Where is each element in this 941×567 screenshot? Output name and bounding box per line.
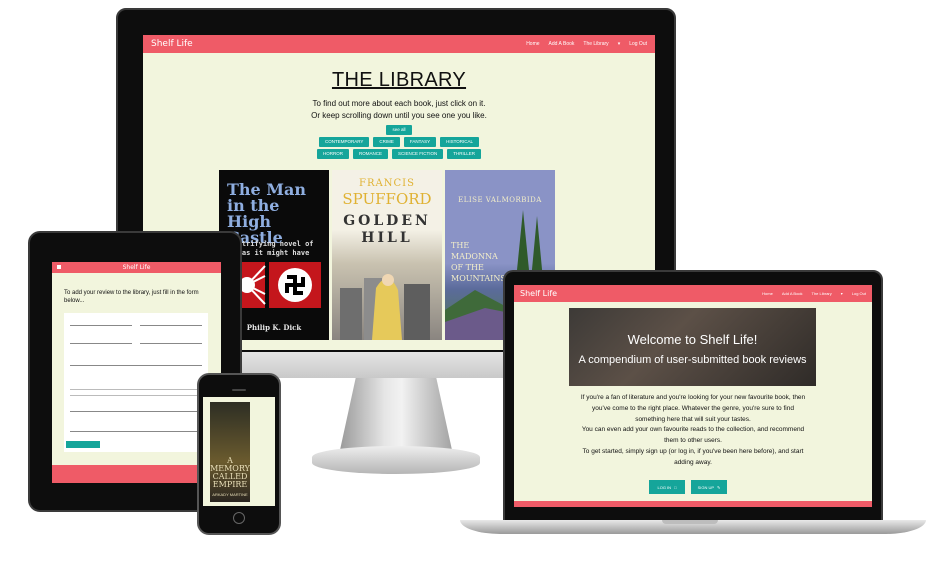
login-button[interactable]: LOG IN □ <box>649 480 685 494</box>
nav-add-book[interactable]: Add A Book <box>549 41 575 47</box>
brand-logo[interactable]: Shelf Life <box>123 264 151 271</box>
nav-home[interactable]: Home <box>762 291 773 296</box>
add-book-form <box>64 313 208 452</box>
form-field-author[interactable] <box>140 325 202 326</box>
navbar: Shelf Life <box>52 262 221 273</box>
page-title: THE LIBRARY <box>331 69 467 91</box>
form-field-synopsis-line <box>70 395 202 396</box>
filter-contemporary-button[interactable]: CONTEMPORARY <box>318 137 370 147</box>
book-cover-title: GOLDEN HILL <box>343 213 431 246</box>
book-card-memory-called-empire[interactable]: A MEMORY CALLED EMPIRE ARKADY MARTINE <box>210 402 250 502</box>
book-cover-author: ARKADY MARTINE <box>212 492 248 497</box>
book-cover-title: A MEMORY CALLED EMPIRE <box>210 456 250 489</box>
page-subtitle: To find out more about each book, just c… <box>143 98 655 122</box>
filter-historical-button[interactable]: HISTORICAL <box>440 137 480 147</box>
footer <box>52 465 221 483</box>
signup-button[interactable]: SIGN UP ✎ <box>691 480 727 494</box>
book-cover-author: ELISE VALMORBIDA <box>458 196 542 204</box>
intro-line: You can even add your own favourite read… <box>581 426 805 434</box>
book-cover-title: The Man in the High Castle <box>227 180 306 247</box>
tablet-screen: Shelf Life To add your review to the lib… <box>52 262 221 483</box>
book-cover-art <box>340 274 430 340</box>
form-heading: To add your review to the library, just … <box>64 290 199 304</box>
genre-select[interactable] <box>70 365 202 366</box>
subtitle-line: Or keep scrolling down until you see one… <box>311 111 487 120</box>
filter-romance-button[interactable]: ROMANCE <box>352 149 388 159</box>
form-field-title[interactable] <box>70 325 132 326</box>
login-button-label: LOG IN <box>657 484 672 490</box>
laptop-notch <box>662 520 718 524</box>
subtitle-line: To find out more about each book, just c… <box>312 99 486 108</box>
phone-screen: A MEMORY CALLED EMPIRE ARKADY MARTINE <box>203 397 275 506</box>
filter-row-all: see all <box>143 125 655 135</box>
chevron-down-icon[interactable]: ▾ <box>841 291 843 296</box>
nav-links: Home Add A Book The Library ▾ Log Out <box>762 291 866 296</box>
nav-library[interactable]: The Library <box>812 291 832 296</box>
hamburger-menu-icon[interactable] <box>57 265 61 269</box>
book-cover-art <box>241 262 321 308</box>
book-cover-author-last: SPUFFORD <box>342 190 432 208</box>
form-field-rating[interactable] <box>140 343 202 344</box>
intro-line: them to other users. <box>664 437 722 445</box>
nav-library[interactable]: The Library <box>583 41 608 47</box>
nav-home[interactable]: Home <box>526 41 539 47</box>
phone-home-button <box>233 512 245 524</box>
form-field-synopsis[interactable] <box>70 389 202 390</box>
nav-logout[interactable]: Log Out <box>852 291 866 296</box>
nav-links: Home Add A Book The Library ▾ Log Out <box>526 41 647 47</box>
intro-line: To get started, simply sign up (or log i… <box>582 447 804 455</box>
filter-row-1: CONTEMPORARY CRIME FANTASY HISTORICAL <box>143 137 655 147</box>
book-cover-author-first: FRANCIS <box>359 178 415 189</box>
footer <box>514 501 872 507</box>
form-field-year[interactable] <box>70 343 132 344</box>
hero-subtitle: A compendium of user-submitted book revi… <box>578 354 807 366</box>
add-review-section: To add your review to the library, just … <box>52 273 221 465</box>
brand-logo[interactable]: Shelf Life <box>520 289 557 298</box>
form-field-review[interactable] <box>70 431 202 432</box>
intro-line: something here that will suit your taste… <box>635 415 751 423</box>
filter-horror-button[interactable]: HORROR <box>316 149 349 159</box>
intro-line: adding away. <box>674 458 712 466</box>
navbar: Shelf Life Home Add A Book The Library ▾… <box>143 35 655 53</box>
nav-logout[interactable]: Log Out <box>629 41 647 47</box>
intro-line: you've come to the right place. Whatever… <box>592 404 794 412</box>
filter-thriller-button[interactable]: THRILLER <box>447 149 482 159</box>
desktop-monitor-stand <box>340 378 452 450</box>
desktop-monitor-base <box>312 446 480 474</box>
filter-science-fiction-button[interactable]: SCIENCE FICTION <box>391 149 444 159</box>
login-icon: □ <box>674 484 677 490</box>
laptop-screen: Shelf Life Home Add A Book The Library ▾… <box>514 285 872 507</box>
form-field-cover-url[interactable] <box>70 411 202 412</box>
pencil-icon: ✎ <box>717 484 721 490</box>
hero-title: Welcome to Shelf Life! <box>627 332 758 347</box>
filter-see-all-button[interactable]: see all <box>386 125 412 135</box>
phone-speaker <box>232 389 246 391</box>
intro-text: If you're a fan of literature and you're… <box>557 393 829 469</box>
intro-line: If you're a fan of literature and you're… <box>580 394 806 401</box>
signup-button-label: SIGN UP <box>697 484 715 490</box>
nav-add-book[interactable]: Add A Book <box>782 291 803 296</box>
navbar: Shelf Life Home Add A Book The Library ▾… <box>514 285 872 302</box>
filter-crime-button[interactable]: CRIME <box>373 137 400 147</box>
book-card-golden-hill[interactable]: FRANCIS SPUFFORD GOLDEN HILL <box>332 170 442 340</box>
brand-logo[interactable]: Shelf Life <box>151 39 193 49</box>
hero-banner: Welcome to Shelf Life! A compendium of u… <box>569 308 816 386</box>
chevron-down-icon[interactable]: ▾ <box>618 41 621 47</box>
filter-row-2: HORROR ROMANCE SCIENCE FICTION THRILLER <box>143 149 655 159</box>
submit-review-button[interactable] <box>66 441 100 448</box>
filter-fantasy-button[interactable]: FANTASY <box>403 137 437 147</box>
auth-buttons: LOG IN □ SIGN UP ✎ <box>649 480 727 494</box>
